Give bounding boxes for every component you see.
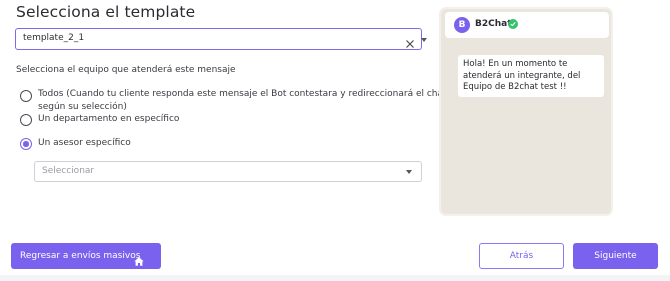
- team-question: Selecciona el equipo que atenderá este m…: [16, 65, 236, 75]
- chevron-down-icon[interactable]: [421, 38, 427, 42]
- template-select-value: template_2_1: [23, 33, 85, 43]
- message-line: Hola! En un momento te: [463, 59, 568, 69]
- template-select[interactable]: template_2_1: [15, 28, 427, 50]
- option-departamento-label: Un departamento en específico: [38, 114, 180, 124]
- message-line: atenderá un integrante, del: [463, 70, 581, 81]
- avatar: B: [454, 17, 470, 33]
- back-button[interactable]: Atrás: [479, 243, 564, 269]
- option-todos-label-line1: Todos (Cuando tu cliente responda este m…: [38, 89, 447, 99]
- option-todos-label-line2: según su selección): [38, 101, 127, 112]
- radio-departamento[interactable]: [20, 114, 32, 126]
- radio-asesor[interactable]: [20, 138, 32, 150]
- footer-divider: [0, 275, 670, 281]
- next-button[interactable]: Siguiente: [573, 243, 658, 269]
- message-preview: B B2Chat Hola! En un momento te atenderá…: [439, 7, 613, 216]
- back-to-mass-sends-button[interactable]: Regresar a envíos masivos: [11, 243, 161, 269]
- back-to-mass-sends-label: Regresar a envíos masivos: [20, 251, 141, 261]
- option-asesor-label: Un asesor específico: [38, 138, 131, 148]
- chevron-down-icon[interactable]: [406, 170, 412, 174]
- verified-check-icon: [508, 19, 518, 29]
- asesor-select[interactable]: Seleccionar: [34, 161, 422, 182]
- page-title: Selecciona el template: [16, 3, 196, 21]
- home-icon: [134, 251, 144, 277]
- chat-header: B B2Chat: [445, 12, 609, 38]
- asesor-select-placeholder: Seleccionar: [42, 166, 95, 176]
- message-line: Equipo de B2chat test !!: [463, 82, 567, 92]
- clear-icon[interactable]: [405, 34, 415, 48]
- message-bubble: Hola! En un momento te atenderá un integ…: [458, 55, 604, 97]
- radio-todos[interactable]: [20, 90, 32, 102]
- chat-sender-name: B2Chat: [475, 19, 512, 29]
